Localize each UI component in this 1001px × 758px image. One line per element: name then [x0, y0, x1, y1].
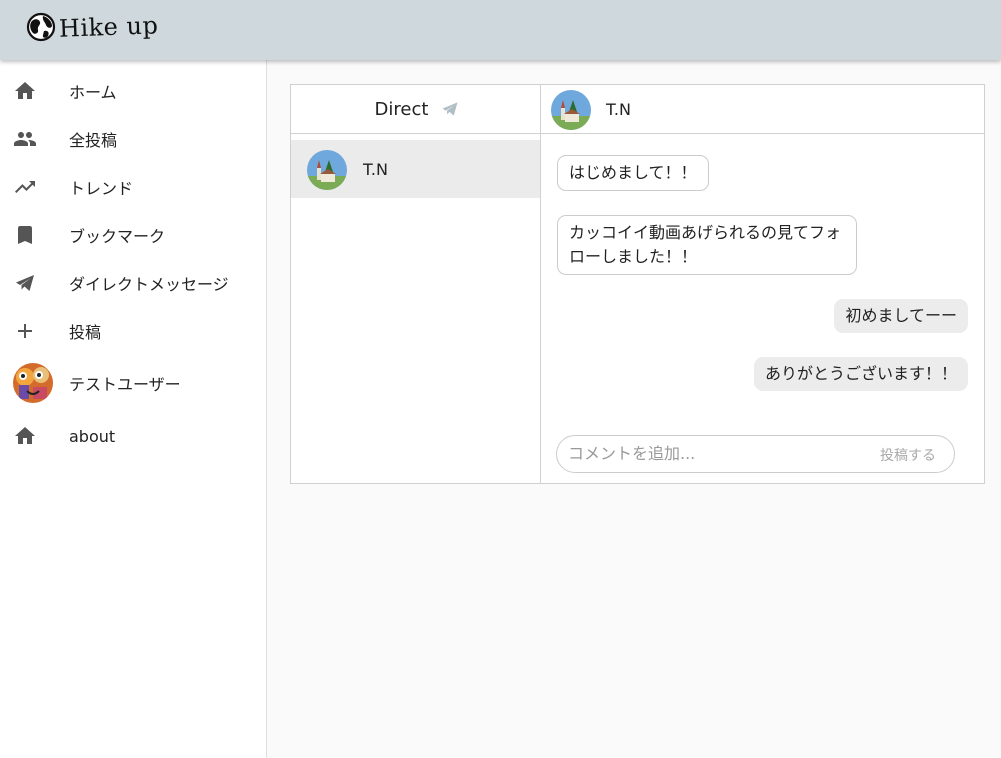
message-bubble-outgoing: ありがとうございます！！: [753, 357, 968, 391]
sidebar-item-post[interactable]: 投稿: [0, 311, 266, 351]
home-icon: [13, 424, 37, 448]
comment-box: 投稿する: [556, 435, 955, 473]
sidebar: ホーム 全投稿 トレンド ブックマーク ダイレクトメッセージ 投稿 テストユーザ…: [0, 60, 267, 758]
conversation-list-pane: Direct T.N: [291, 85, 541, 483]
sidebar-item-about[interactable]: about: [0, 416, 266, 456]
send-icon[interactable]: [440, 99, 460, 119]
sidebar-item-label: トレンド: [69, 179, 134, 198]
avatar[interactable]: [551, 90, 591, 130]
chat-pane: T.N はじめまして！！ カッコイイ動画あげられるの見てフォローしました！！ 初…: [541, 85, 984, 483]
direct-title: Direct: [374, 98, 429, 120]
logo[interactable]: Hike up: [26, 11, 159, 43]
send-icon: [13, 271, 37, 295]
sidebar-item-label: ブックマーク: [69, 227, 166, 246]
sidebar-item-label: ホーム: [69, 83, 117, 102]
chat-partner-name: T.N: [606, 100, 631, 119]
sidebar-item-bookmarks[interactable]: ブックマーク: [0, 215, 266, 255]
message-bubble-outgoing: 初めましてーー: [834, 299, 968, 333]
sidebar-item-label: 全投稿: [69, 131, 118, 150]
user-avatar: [13, 363, 53, 403]
avatar: [13, 363, 53, 403]
sidebar-item-label: about: [69, 426, 116, 446]
app-title: Hike up: [58, 11, 159, 43]
chat-header: T.N: [541, 85, 984, 134]
sidebar-item-home[interactable]: ホーム: [0, 71, 266, 111]
conversation-name: T.N: [363, 159, 388, 179]
direct-message-panel: Direct T.N T.N はじめまして！！ カッコイイ動画あげられるの見てフ…: [290, 84, 985, 484]
trending-icon: [13, 175, 37, 199]
home-icon: [13, 79, 37, 103]
conversation-item[interactable]: T.N: [291, 140, 540, 198]
message-bubble-incoming: カッコイイ動画あげられるの見てフォローしました！！: [557, 215, 857, 275]
avatar: [307, 150, 347, 190]
globe-icon: [26, 12, 56, 42]
sidebar-item-direct-messages[interactable]: ダイレクトメッセージ: [0, 263, 266, 303]
people-icon: [13, 127, 37, 151]
sidebar-item-profile[interactable]: テストユーザー: [0, 363, 266, 403]
bookmark-icon: [13, 223, 37, 247]
post-button[interactable]: 投稿する: [880, 445, 936, 465]
conversation-list-header: Direct: [291, 85, 540, 134]
message-bubble-incoming: はじめまして！！: [557, 155, 709, 191]
sidebar-item-label: テストユーザー: [69, 375, 181, 394]
sidebar-item-trends[interactable]: トレンド: [0, 167, 266, 207]
app-bar: Hike up: [0, 0, 1001, 60]
sidebar-item-all-posts[interactable]: 全投稿: [0, 119, 266, 159]
plus-icon: [13, 319, 37, 343]
sidebar-item-label: ダイレクトメッセージ: [69, 275, 229, 294]
sidebar-item-label: 投稿: [69, 323, 102, 342]
comment-input[interactable]: [568, 440, 868, 466]
